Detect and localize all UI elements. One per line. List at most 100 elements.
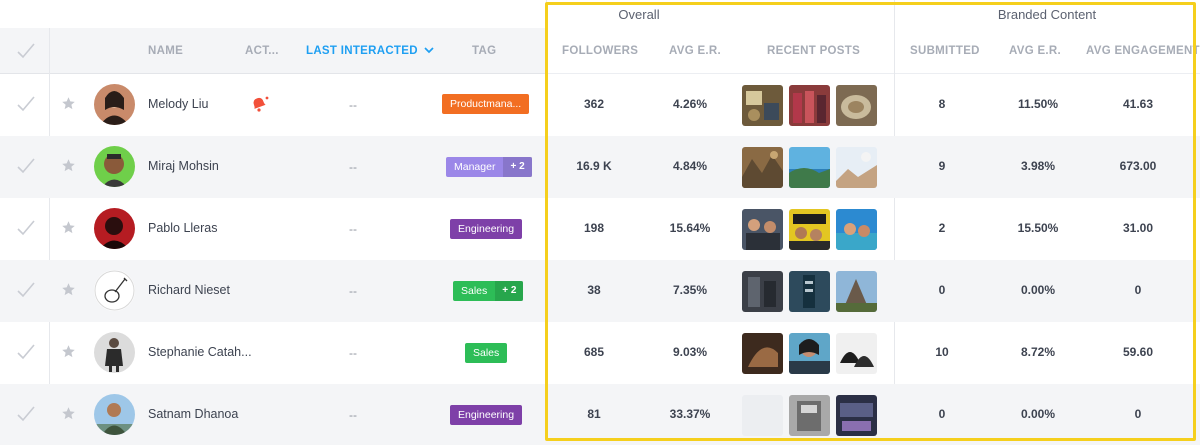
submitted-value: 10 (935, 345, 949, 359)
select-row-check-icon[interactable] (16, 95, 36, 118)
recent-post-thumbnail[interactable] (742, 395, 783, 436)
tag-more-count[interactable]: + 2 (495, 281, 524, 301)
column-header-avg-er[interactable]: AVG E.R. (669, 45, 721, 57)
star-icon[interactable] (61, 158, 76, 178)
table-row[interactable]: Miraj Mohsin -- Manager + 2 16.9 K 4.84% … (0, 136, 1200, 198)
column-header-activity[interactable]: ACT... (245, 45, 279, 57)
select-all-check-icon[interactable] (16, 42, 36, 65)
avg-er-value: 4.84% (672, 159, 708, 173)
tag-label: Sales (461, 285, 488, 297)
recent-post-thumbnail[interactable] (836, 395, 877, 436)
table-row[interactable]: Stephanie Catah... -- Sales 685 9.03% 10… (0, 322, 1200, 384)
submitted-value: 0 (938, 283, 946, 297)
column-header-last-interacted[interactable]: LAST INTERACTED (306, 45, 434, 57)
followers-value: 685 (583, 345, 605, 359)
table-row[interactable]: Melody Liu -- Productmana... 362 4.26% 8… (0, 74, 1200, 136)
column-header-tag[interactable]: TAG (472, 45, 496, 57)
avg-er-value: 15.64% (669, 221, 711, 235)
tag-label: Engineering (458, 409, 515, 421)
column-header-avg-engagement[interactable]: AVG ENGAGEMENT (1086, 45, 1200, 57)
group-header-row: Overall Branded Content (0, 0, 1200, 28)
submitted-value: 9 (938, 159, 946, 173)
recent-post-thumbnail[interactable] (789, 395, 830, 436)
recent-post-thumbnail[interactable] (789, 209, 830, 250)
recent-post-thumbnail[interactable] (789, 333, 830, 374)
avg-engagement-value: 0 (1134, 407, 1142, 421)
branded-avg-er-value: 15.50% (1017, 221, 1059, 235)
recent-post-thumbnail[interactable] (742, 85, 783, 126)
recent-post-thumbnail[interactable] (789, 147, 830, 188)
tag-badge[interactable]: Manager + 2 (446, 157, 532, 177)
select-row-check-icon[interactable] (16, 281, 36, 304)
recent-post-thumbnail[interactable] (836, 209, 877, 250)
tag-label: Manager (454, 161, 496, 173)
recent-post-thumbnail[interactable] (742, 209, 783, 250)
table-row[interactable]: Richard Nieset -- Sales + 2 38 7.35% 0 0.… (0, 260, 1200, 322)
activity-bell-icon[interactable] (250, 95, 270, 118)
recent-post-thumbnail[interactable] (789, 271, 830, 312)
branded-avg-er-value: 11.50% (1017, 97, 1059, 111)
avatar (94, 394, 135, 435)
tag-label: Sales (473, 347, 500, 359)
tag-more-count[interactable]: + 2 (503, 157, 532, 177)
tag-label: Productmana... (450, 98, 522, 110)
recent-post-thumbnail[interactable] (836, 333, 877, 374)
submitted-value: 2 (938, 221, 946, 235)
column-header-submitted[interactable]: SUBMITTED (910, 45, 980, 57)
star-icon[interactable] (61, 282, 76, 302)
column-header-followers[interactable]: FOLLOWERS (562, 45, 638, 57)
influencer-name[interactable]: Richard Nieset (148, 283, 230, 297)
star-icon[interactable] (61, 406, 76, 426)
submitted-value: 8 (938, 97, 946, 111)
influencer-name[interactable]: Melody Liu (148, 97, 208, 111)
influencer-name[interactable]: Pablo Lleras (148, 221, 218, 235)
select-row-check-icon[interactable] (16, 343, 36, 366)
recent-post-thumbnail[interactable] (836, 85, 877, 126)
star-icon[interactable] (61, 344, 76, 364)
avg-er-value: 9.03% (672, 345, 708, 359)
select-row-check-icon[interactable] (16, 219, 36, 242)
last-interacted-value: -- (349, 346, 357, 360)
recent-post-thumbnail[interactable] (836, 271, 877, 312)
star-icon[interactable] (61, 220, 76, 240)
column-header-name[interactable]: NAME (148, 45, 183, 57)
influencer-name[interactable]: Miraj Mohsin (148, 159, 219, 173)
avatar (94, 208, 135, 249)
select-row-check-icon[interactable] (16, 157, 36, 180)
followers-value: 16.9 K (576, 159, 612, 173)
column-header-recent-posts[interactable]: RECENT POSTS (767, 45, 860, 57)
branded-avg-er-value: 0.00% (1020, 283, 1056, 297)
recent-post-thumbnail[interactable] (742, 147, 783, 188)
influencer-name[interactable]: Stephanie Catah... (148, 345, 252, 359)
tag-badge[interactable]: Sales (465, 343, 508, 363)
recent-post-thumbnail[interactable] (789, 85, 830, 126)
star-icon[interactable] (61, 96, 76, 116)
table-row[interactable]: Pablo Lleras -- Engineering 198 15.64% 2… (0, 198, 1200, 260)
select-row-check-icon[interactable] (16, 405, 36, 428)
influencer-name[interactable]: Satnam Dhanoa (148, 407, 238, 421)
avg-er-value: 7.35% (672, 283, 708, 297)
table-row[interactable]: Satnam Dhanoa -- Engineering 81 33.37% 0… (0, 384, 1200, 445)
recent-post-thumbnail[interactable] (742, 333, 783, 374)
tag-badge[interactable]: Engineering (450, 405, 523, 425)
avatar (94, 146, 135, 187)
tag-badge[interactable]: Productmana... (442, 94, 530, 114)
followers-value: 81 (587, 407, 601, 421)
recent-post-thumbnail[interactable] (836, 147, 877, 188)
avg-engagement-value: 59.60 (1122, 345, 1154, 359)
last-interacted-value: -- (349, 98, 357, 112)
chevron-down-icon (424, 45, 434, 57)
branded-avg-er-value: 8.72% (1020, 345, 1056, 359)
column-header-branded-avg-er[interactable]: AVG E.R. (1009, 45, 1061, 57)
influencer-table: Overall Branded Content NAME ACT... LAST… (0, 0, 1200, 445)
tag-label: Engineering (458, 223, 515, 235)
recent-post-thumbnail[interactable] (742, 271, 783, 312)
group-branded-label: Branded Content (997, 7, 1097, 22)
tag-badge[interactable]: Sales + 2 (453, 281, 524, 301)
avg-engagement-value: 673.00 (1119, 159, 1157, 173)
followers-value: 362 (583, 97, 605, 111)
avatar (94, 270, 135, 311)
avatar (94, 84, 135, 125)
group-overall-label: Overall (618, 7, 660, 22)
tag-badge[interactable]: Engineering (450, 219, 523, 239)
